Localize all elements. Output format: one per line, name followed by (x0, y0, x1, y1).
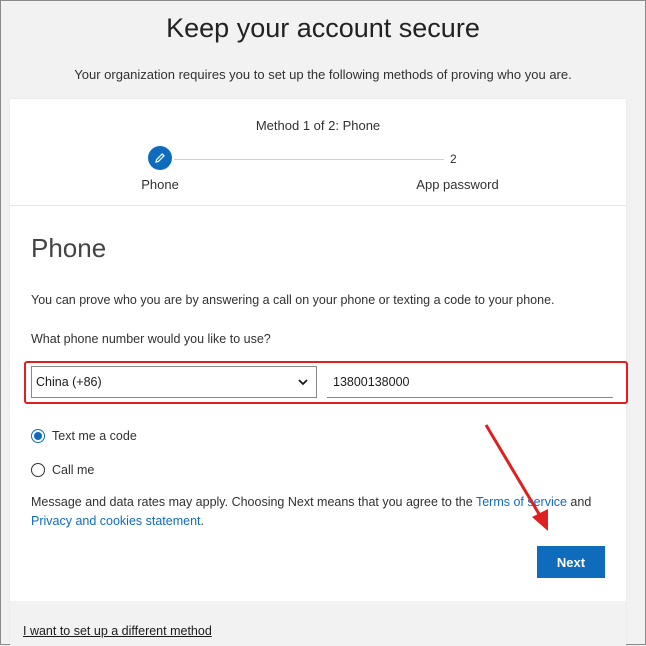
text-me-option[interactable]: Text me a code (31, 429, 137, 443)
phone-heading: Phone (31, 233, 107, 263)
text-me-label: Text me a code (52, 429, 137, 443)
annotation-arrow-icon (484, 424, 548, 531)
country-code-select[interactable]: China (+86) (31, 366, 317, 398)
step1-label: Phone (141, 177, 179, 192)
step1-indicator (148, 146, 172, 170)
page-subtitle: Your organization requires you to set up… (74, 67, 572, 82)
text-me-radio[interactable] (31, 429, 45, 443)
terms-and: and (566, 495, 592, 509)
phone-description: You can prove who you are by answering a… (31, 293, 555, 307)
setup-card: Method 1 of 2: Phone Phone 2 App passwor… (10, 99, 628, 646)
different-method-link[interactable]: I want to set up a different method (23, 624, 212, 638)
step2-number: 2 (450, 152, 457, 166)
next-button[interactable]: Next (537, 546, 605, 578)
pencil-icon (155, 153, 165, 163)
footer-bar: I want to set up a different method (10, 601, 626, 646)
call-me-option[interactable]: Call me (31, 463, 94, 477)
country-code-value: China (+86) (36, 375, 102, 389)
call-me-label: Call me (52, 463, 95, 477)
method-heading: Method 1 of 2: Phone (255, 118, 381, 133)
page-title: Keep your account secure (166, 13, 480, 43)
chevron-down-icon (298, 379, 308, 386)
step2-label: App password (416, 177, 499, 192)
terms-suffix: . (200, 514, 205, 528)
progress-line (174, 159, 444, 160)
call-me-radio[interactable] (31, 463, 45, 477)
phone-question: What phone number would you like to use? (31, 332, 271, 346)
terms-prefix: Message and data rates may apply. Choosi… (31, 495, 476, 509)
divider (10, 205, 626, 206)
privacy-link[interactable]: Privacy and cookies statement (31, 514, 201, 528)
phone-number-input[interactable] (327, 366, 613, 398)
